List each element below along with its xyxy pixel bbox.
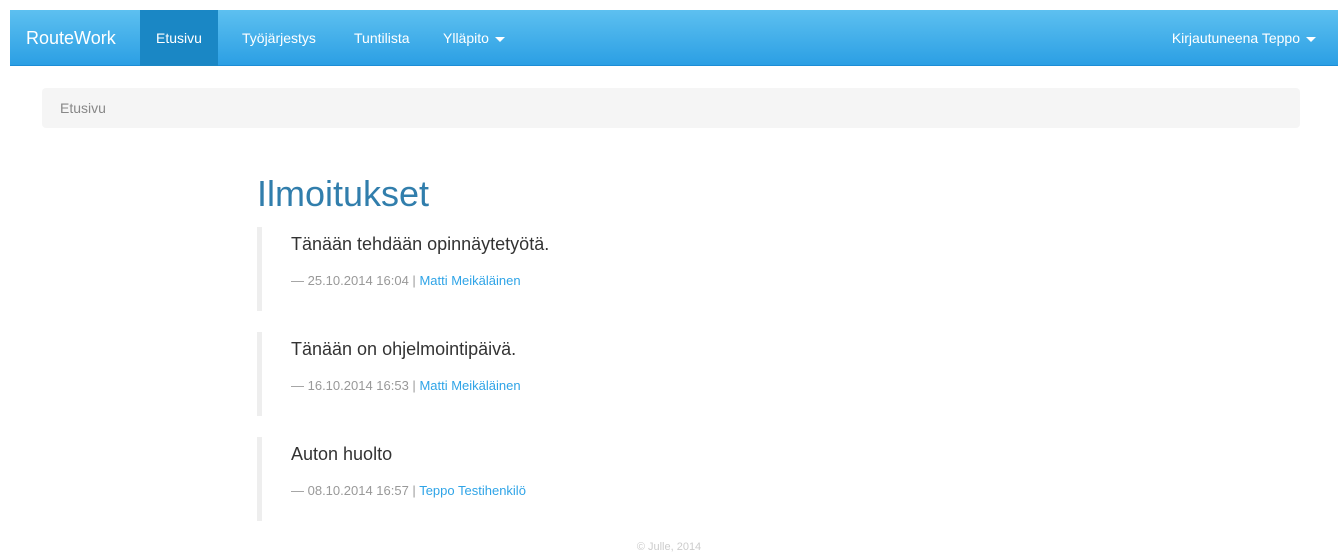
nav-item-label: Ylläpito <box>443 30 489 46</box>
notice-meta: — 08.10.2014 16:57 | Teppo Testihenkilö <box>291 483 526 498</box>
notice-author-link[interactable]: Teppo Testihenkilö <box>419 483 526 498</box>
breadcrumb: Etusivu <box>42 88 1300 128</box>
notice-item: Tänään on ohjelmointipäivä. — 16.10.2014… <box>257 332 957 416</box>
notice-date: — 25.10.2014 16:04 | <box>291 273 416 288</box>
notice-text: Auton huolto <box>291 444 393 464</box>
caret-down-icon <box>1306 36 1316 42</box>
nav-item-label: Työjärjestys <box>242 30 316 46</box>
notice-meta: — 16.10.2014 16:53 | Matti Meikäläinen <box>291 378 521 393</box>
notice-item: Tänään tehdään opinnäytetyötä. — 25.10.2… <box>257 227 957 311</box>
notice-author-link[interactable]: Matti Meikäläinen <box>419 273 520 288</box>
notice-author-link[interactable]: Matti Meikäläinen <box>419 378 520 393</box>
brand-link[interactable]: RouteWork <box>26 10 116 66</box>
notice-date: — 16.10.2014 16:53 | <box>291 378 416 393</box>
notice-text: Tänään tehdään opinnäytetyötä. <box>291 234 550 254</box>
user-menu-label: Kirjautuneena Teppo <box>1171 30 1300 46</box>
notice-text: Tänään on ohjelmointipäivä. <box>291 339 517 359</box>
nav-item-yllapito[interactable]: Ylläpito <box>427 10 521 66</box>
notice-date: — 08.10.2014 16:57 | <box>291 483 416 498</box>
page-title: Ilmoitukset <box>257 173 430 214</box>
caret-down-icon <box>494 36 505 42</box>
breadcrumb-item: Etusivu <box>60 100 106 116</box>
top-navbar: RouteWork Etusivu Työjärjestys Tuntilist… <box>10 10 1338 66</box>
nav-item-etusivu[interactable]: Etusivu <box>140 10 218 66</box>
user-menu[interactable]: Kirjautuneena Teppo <box>1156 10 1332 66</box>
nav-item-tuntilista[interactable]: Tuntilista <box>338 10 426 66</box>
notice-meta: — 25.10.2014 16:04 | Matti Meikäläinen <box>291 273 521 288</box>
nav-item-label: Tuntilista <box>354 30 410 46</box>
nav-item-tyojarjestys[interactable]: Työjärjestys <box>226 10 332 66</box>
nav-item-label: Etusivu <box>156 30 202 46</box>
footer-copyright: © Julle, 2014 <box>636 541 702 553</box>
notice-item: Auton huolto — 08.10.2014 16:57 | Teppo … <box>257 437 957 521</box>
